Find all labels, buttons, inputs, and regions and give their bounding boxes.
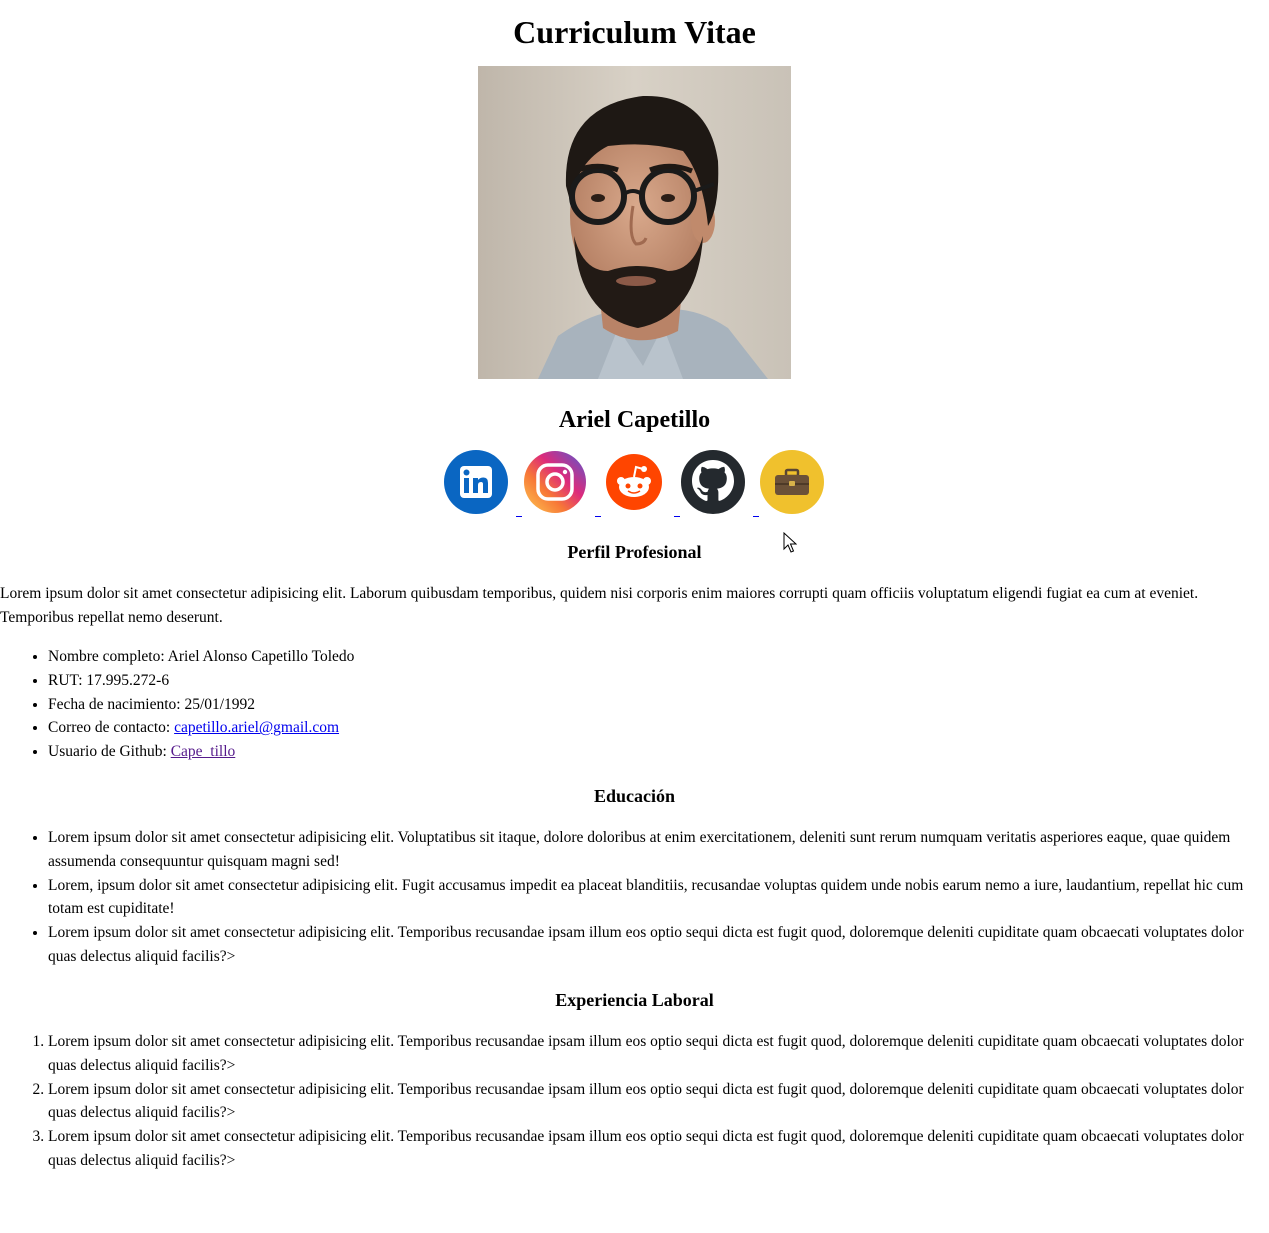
instagram-link[interactable] <box>523 450 601 517</box>
instagram-icon <box>524 451 586 513</box>
github-icon <box>681 450 745 514</box>
linkedin-icon <box>444 450 508 514</box>
perfil-paragraph: Lorem ipsum dolor sit amet consectetur a… <box>0 585 1199 626</box>
detail-label: Usuario de Github: <box>48 743 171 761</box>
list-item: Lorem ipsum dolor sit amet consectetur a… <box>48 826 1269 874</box>
detail-label: RUT: <box>48 671 87 689</box>
list-item: Lorem ipsum dolor sit amet consectetur a… <box>48 1078 1269 1126</box>
detail-value: Ariel Alonso Capetillo Toledo <box>167 648 355 665</box>
detail-label: Fecha de nacimiento: <box>48 695 185 713</box>
detail-value: 17.995.272-6 <box>86 671 170 689</box>
experiencia-list: Lorem ipsum dolor sit amet consectetur a… <box>0 1030 1269 1173</box>
detail-value: 25/01/1992 <box>184 695 256 713</box>
educacion-list: Lorem ipsum dolor sit amet consectetur a… <box>0 826 1269 969</box>
list-item: Correo de contacto: capetillo.ariel@gmai… <box>48 716 1269 740</box>
perfil-heading: Perfil Profesional <box>567 542 702 562</box>
experiencia-heading: Experiencia Laboral <box>555 990 714 1010</box>
portfolio-icon <box>760 450 824 514</box>
list-item: RUT: 17.995.272-6 <box>48 669 1269 693</box>
person-name: Ariel Capetillo <box>558 407 711 433</box>
educacion-heading: Educación <box>593 786 676 806</box>
github-user-link[interactable]: Cape_tillo <box>171 743 236 760</box>
list-item: Usuario de Github: Cape_tillo <box>48 740 1269 764</box>
linkedin-link[interactable] <box>444 450 522 517</box>
page-title: Curriculum Vitae <box>513 14 756 50</box>
list-item: Fecha de nacimiento: 25/01/1992 <box>48 693 1269 717</box>
details-list: Nombre completo: Ariel Alonso Capetillo … <box>0 645 1269 764</box>
list-item: Nombre completo: Ariel Alonso Capetillo … <box>48 645 1269 669</box>
portfolio-link[interactable] <box>760 450 824 514</box>
reddit-link[interactable] <box>602 450 680 517</box>
list-item: Lorem ipsum dolor sit amet consectetur a… <box>48 1030 1269 1078</box>
github-link[interactable] <box>681 450 759 517</box>
detail-label: Nombre completo: <box>48 648 168 665</box>
email-link[interactable]: capetillo.ariel@gmail.com <box>174 719 339 736</box>
list-item: Lorem ipsum dolor sit amet consectetur a… <box>48 1125 1269 1173</box>
list-item: Lorem ipsum dolor sit amet consectetur a… <box>48 921 1269 969</box>
mouse-cursor-icon <box>783 532 797 553</box>
reddit-icon <box>606 454 662 510</box>
list-item: Lorem, ipsum dolor sit amet consectetur … <box>48 874 1269 922</box>
social-links <box>0 450 1269 520</box>
profile-photo <box>478 66 791 379</box>
detail-label: Correo de contacto: <box>48 719 175 737</box>
